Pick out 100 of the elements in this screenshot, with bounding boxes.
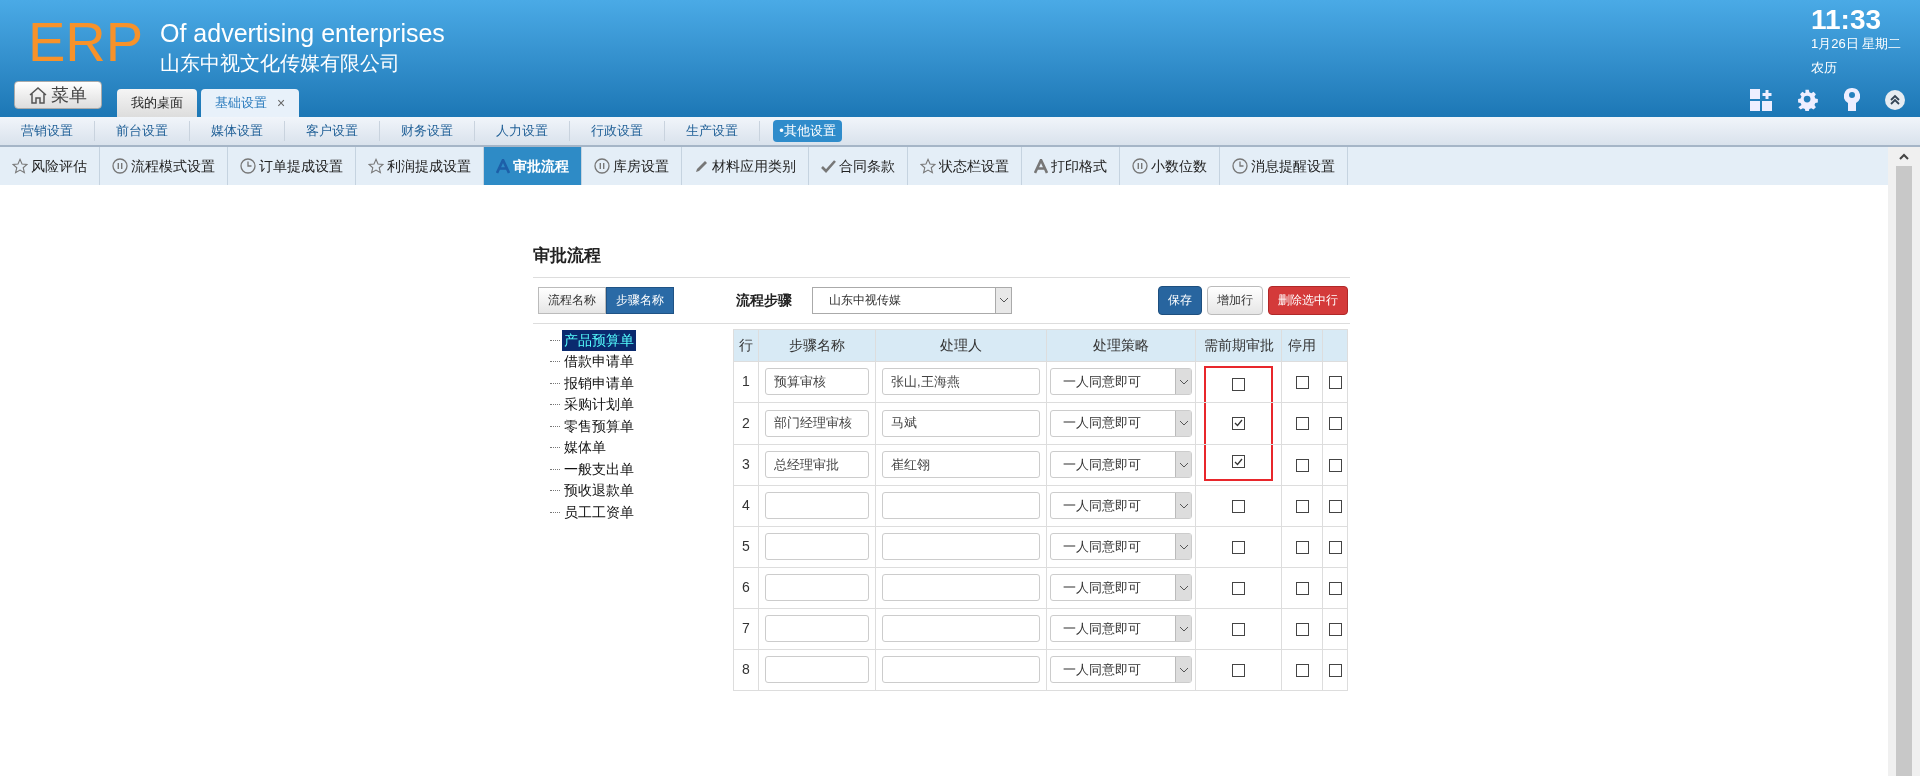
checkbox[interactable]: [1328, 375, 1342, 389]
checkbox[interactable]: [1295, 663, 1309, 677]
step-name-field[interactable]: 总经理审批: [765, 451, 869, 478]
step-name-field[interactable]: [765, 533, 869, 560]
tree-item[interactable]: 产品预算单: [562, 329, 636, 351]
strategy-select[interactable]: 一人同意即可: [1050, 615, 1192, 642]
checkbox[interactable]: [1232, 540, 1245, 554]
checkbox[interactable]: [1328, 458, 1342, 472]
scroll-up-icon[interactable]: [1899, 153, 1909, 160]
nav-link[interactable]: 人力设置: [496, 121, 548, 141]
checkbox[interactable]: [1295, 499, 1309, 513]
tree-item[interactable]: 采购计划单: [562, 394, 636, 416]
tree-item[interactable]: 预收退款单: [562, 480, 636, 502]
checkbox[interactable]: [1232, 581, 1245, 595]
handler-field[interactable]: [882, 533, 1040, 560]
checkbox[interactable]: [1295, 622, 1309, 636]
checkbox[interactable]: [1232, 455, 1245, 468]
scrollbar-thumb[interactable]: [1896, 166, 1912, 776]
handler-field[interactable]: [882, 492, 1040, 519]
strategy-select[interactable]: 一人同意即可: [1050, 656, 1192, 683]
checkbox[interactable]: [1232, 499, 1245, 513]
tree-item[interactable]: 零售预算单: [562, 415, 636, 437]
tree-item[interactable]: 借款申请单: [562, 351, 636, 373]
toolbar-tab[interactable]: 流程模式设置: [100, 147, 228, 185]
step-name-field[interactable]: [765, 574, 869, 601]
step-name-field[interactable]: [765, 615, 869, 642]
tree-item[interactable]: 一般支出单: [562, 458, 636, 480]
strategy-select[interactable]: 一人同意即可: [1050, 533, 1192, 560]
checkbox[interactable]: [1295, 375, 1309, 389]
toolbar-tab[interactable]: 状态栏设置: [908, 147, 1022, 185]
vertical-scrollbar[interactable]: [1888, 147, 1920, 776]
toolbar-tab[interactable]: 合同条款: [809, 147, 908, 185]
step-name-field[interactable]: 预算审核: [765, 368, 869, 395]
handler-field[interactable]: 崔红翎: [882, 451, 1040, 478]
tree-item[interactable]: 员工工资单: [562, 501, 636, 523]
collapse-icon[interactable]: [1885, 90, 1905, 110]
toolbar-tab[interactable]: 材料应用类别: [682, 147, 809, 185]
close-icon[interactable]: ×: [277, 92, 286, 114]
toolbar-tab[interactable]: 库房设置: [582, 147, 682, 185]
handler-field[interactable]: [882, 574, 1040, 601]
nav-link[interactable]: 营销设置: [21, 121, 73, 141]
nav-link[interactable]: 财务设置: [401, 121, 453, 141]
action-button[interactable]: 增加行: [1207, 285, 1263, 315]
action-button[interactable]: 删除选中行: [1268, 285, 1348, 315]
action-button[interactable]: 保存: [1158, 285, 1202, 315]
checkbox[interactable]: [1232, 622, 1245, 636]
flow-select[interactable]: 山东中视传媒: [812, 286, 1012, 314]
strategy-select[interactable]: 一人同意即可: [1050, 492, 1192, 519]
nav-link[interactable]: 生产设置: [686, 121, 738, 141]
toolbar-tab[interactable]: 风险评估: [0, 147, 100, 185]
checkbox[interactable]: [1295, 581, 1309, 595]
nav-link[interactable]: 媒体设置: [211, 121, 263, 141]
strategy-select[interactable]: 一人同意即可: [1050, 368, 1192, 395]
nav-link[interactable]: 客户设置: [306, 121, 358, 141]
toolbar-tab[interactable]: 消息提醒设置: [1220, 147, 1348, 185]
handler-field[interactable]: [882, 615, 1040, 642]
checkbox[interactable]: [1328, 581, 1342, 595]
nav-link[interactable]: 前台设置: [116, 121, 168, 141]
checkbox[interactable]: [1328, 417, 1342, 431]
tab[interactable]: 基础设置 ×: [201, 89, 300, 117]
checkbox[interactable]: [1328, 540, 1342, 554]
step-name-field[interactable]: [765, 656, 869, 683]
nav-link[interactable]: •其他设置: [773, 120, 842, 142]
handler-field[interactable]: [882, 656, 1040, 683]
view-toggle-button[interactable]: 流程名称: [538, 286, 606, 314]
view-toggle-button[interactable]: 步骤名称: [606, 286, 674, 314]
strategy-select[interactable]: 一人同意即可: [1050, 409, 1192, 437]
toolbar-tab[interactable]: 小数位数: [1120, 147, 1220, 185]
checkbox[interactable]: [1328, 622, 1342, 636]
add-widget-icon[interactable]: [1750, 89, 1772, 111]
handler-field[interactable]: 张山,王海燕: [882, 368, 1040, 395]
menu-button[interactable]: 菜单: [14, 81, 102, 109]
settings-icon[interactable]: [1797, 89, 1819, 111]
handler-field[interactable]: 马斌: [882, 409, 1040, 437]
column-header: 处理策略: [1046, 329, 1196, 361]
checkbox[interactable]: [1295, 458, 1309, 472]
key-icon[interactable]: [1844, 88, 1860, 112]
checkbox[interactable]: [1295, 540, 1309, 554]
lunar-calendar-link[interactable]: 农历: [1811, 58, 1837, 78]
flow-step-label: 流程步骤: [736, 290, 792, 310]
chevron-down-icon: [1178, 461, 1189, 468]
nav-link[interactable]: 行政设置: [591, 121, 643, 141]
toolbar-tab[interactable]: 打印格式: [1022, 147, 1120, 185]
step-name-field[interactable]: 部门经理审核: [765, 409, 869, 437]
font-icon: [1034, 158, 1048, 174]
checkbox[interactable]: [1328, 663, 1342, 677]
strategy-select[interactable]: 一人同意即可: [1050, 451, 1192, 478]
checkbox[interactable]: [1232, 378, 1245, 391]
checkbox[interactable]: [1232, 416, 1245, 430]
toolbar-tab[interactable]: 订单提成设置: [228, 147, 356, 185]
strategy-select[interactable]: 一人同意即可: [1050, 574, 1192, 601]
toolbar-tab[interactable]: 审批流程: [484, 147, 582, 185]
checkbox[interactable]: [1295, 417, 1309, 431]
checkbox[interactable]: [1328, 499, 1342, 513]
tree-item[interactable]: 媒体单: [562, 437, 608, 459]
checkbox[interactable]: [1232, 663, 1245, 677]
tree-item[interactable]: 报销申请单: [562, 372, 636, 394]
step-name-field[interactable]: [765, 492, 869, 519]
pause-icon: [594, 158, 610, 174]
tab[interactable]: 我的桌面: [117, 89, 197, 117]
